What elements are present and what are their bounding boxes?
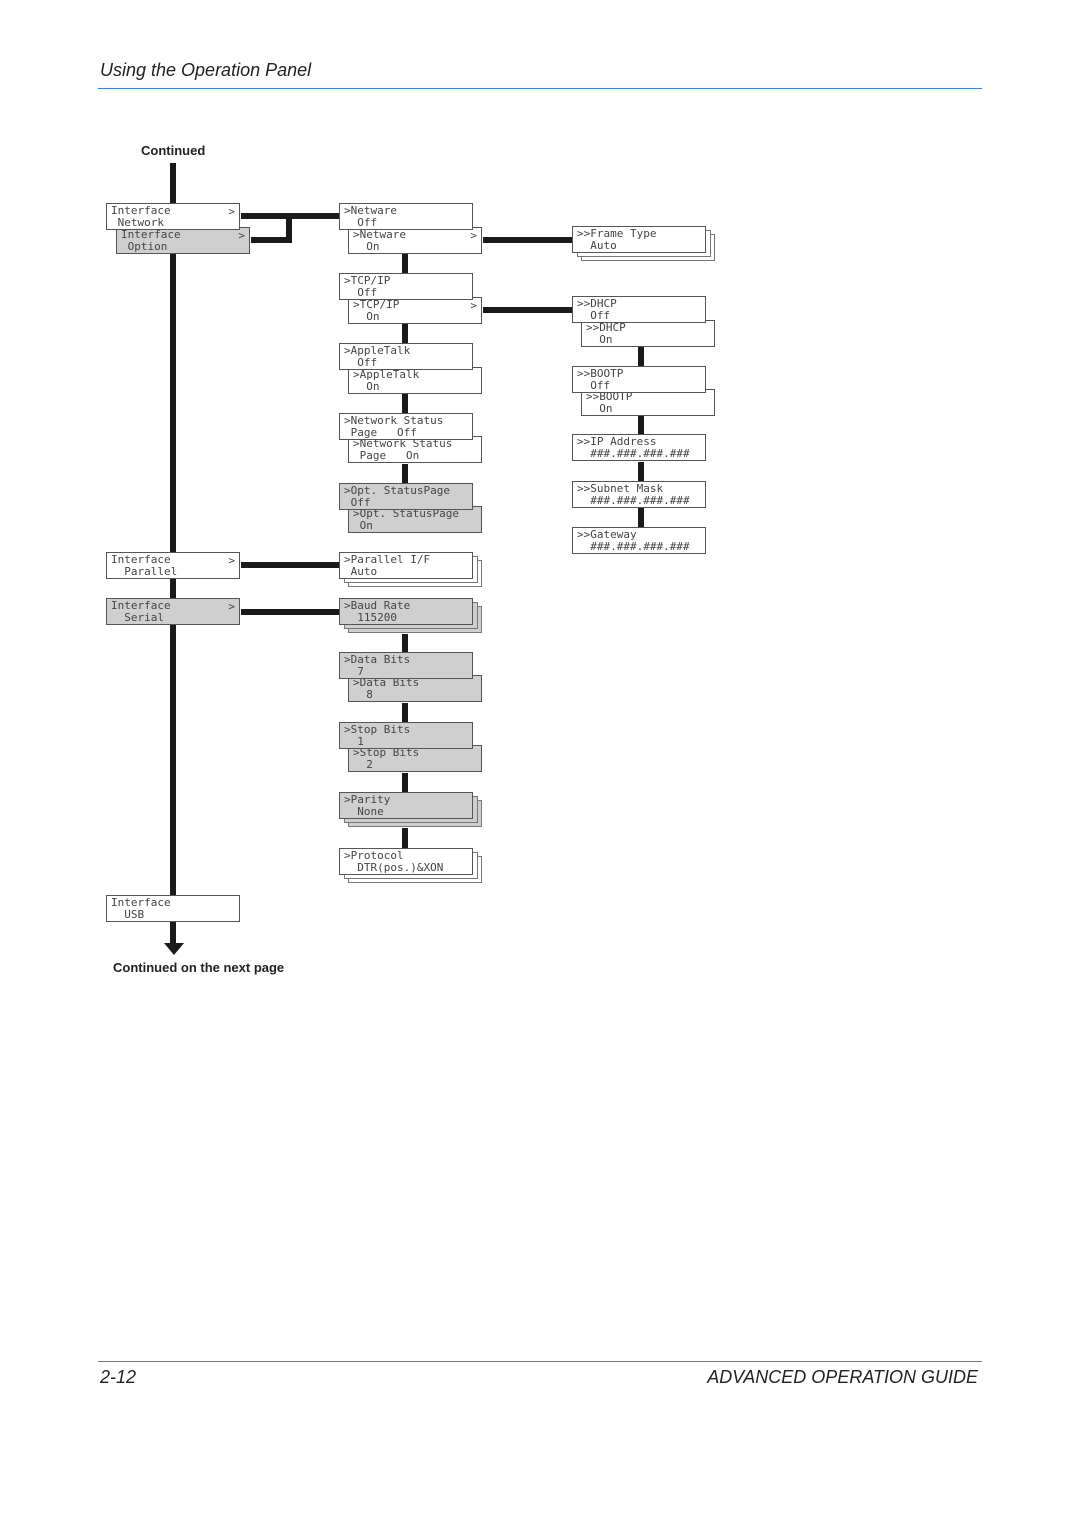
menu-box: >Baud Rate 115200 — [339, 598, 473, 625]
connector-line — [638, 416, 644, 434]
menu-box-value: Off — [344, 355, 378, 369]
manual-page: Using the Operation Panel Continued Cont… — [0, 0, 1080, 1528]
menu-box: >AppleTalk On — [348, 367, 482, 394]
menu-box-value: Parallel — [111, 564, 178, 578]
menu-box-value: Network — [111, 215, 164, 229]
menu-box-value: On — [353, 239, 380, 253]
menu-box: >AppleTalk Off — [339, 343, 473, 370]
menu-box: >TCP/IP Off — [339, 273, 473, 300]
menu-box: Interface Serial > — [106, 598, 240, 625]
menu-box-value: Off — [577, 308, 611, 322]
menu-box-value: Serial — [111, 610, 164, 624]
menu-box-value: Page Off — [344, 425, 417, 439]
menu-box-value: Page On — [353, 448, 420, 462]
menu-box-value: 7 — [344, 664, 364, 678]
menu-box-value: Off — [577, 378, 611, 392]
connector-line — [483, 237, 572, 243]
menu-box: Interface USB — [106, 895, 240, 922]
continued-next-label: Continued on the next page — [113, 960, 285, 975]
connector-line — [402, 324, 408, 343]
menu-box: >>DHCP On — [581, 320, 715, 347]
submenu-arrow-icon: > — [228, 600, 235, 613]
menu-box: >>Frame Type Auto — [572, 226, 706, 253]
menu-box: >Stop Bits 2 — [348, 745, 482, 772]
menu-box: >Network Status Page Off — [339, 413, 473, 440]
menu-box: >>BOOTP On — [581, 389, 715, 416]
menu-box: Interface Parallel > — [106, 552, 240, 579]
connector-line — [402, 464, 408, 483]
menu-box-value: Off — [344, 495, 371, 509]
submenu-arrow-icon: > — [228, 554, 235, 567]
connector-line — [638, 347, 644, 366]
menu-box-value: On — [586, 332, 613, 346]
menu-box: >Network Status Page On — [348, 436, 482, 463]
menu-box-value: 115200 — [344, 610, 397, 624]
connector-line — [638, 508, 644, 527]
menu-box: >>IP Address ###.###.###.### — [572, 434, 706, 461]
menu-box-value: On — [353, 379, 380, 393]
menu-box-value: DTR(pos.)&XON — [344, 860, 444, 874]
guide-title: ADVANCED OPERATION GUIDE — [707, 1367, 978, 1387]
menu-box-value: ###.###.###.### — [577, 539, 690, 553]
menu-box-value: USB — [111, 907, 145, 921]
connector-line — [241, 562, 339, 568]
menu-box-value: ###.###.###.### — [577, 493, 690, 507]
menu-box-value: On — [353, 518, 373, 532]
menu-box: >>Subnet Mask ###.###.###.### — [572, 481, 706, 508]
menu-box-value: On — [353, 309, 380, 323]
menu-box: >>Gateway ###.###.###.### — [572, 527, 706, 554]
header-rule — [98, 88, 982, 89]
menu-box-value: Auto — [344, 564, 378, 578]
menu-box: >Data Bits 7 — [339, 652, 473, 679]
submenu-arrow-icon: > — [470, 229, 477, 242]
connector-line — [402, 634, 408, 652]
menu-box-value: Off — [344, 285, 378, 299]
menu-box: >Parity None — [339, 792, 473, 819]
menu-box: >Data Bits 8 — [348, 675, 482, 702]
menu-box: >>DHCP Off — [572, 296, 706, 323]
footer-rule — [98, 1361, 982, 1362]
submenu-arrow-icon: > — [228, 205, 235, 218]
menu-box: >Stop Bits 1 — [339, 722, 473, 749]
menu-box: >Parallel I/F Auto — [339, 552, 473, 579]
page-header-title: Using the Operation Panel — [100, 60, 312, 80]
menu-box-value: Off — [344, 215, 378, 229]
menu-box: >Opt. StatusPage Off — [339, 483, 473, 510]
down-arrow-icon — [164, 943, 184, 955]
menu-box-value: None — [344, 804, 384, 818]
menu-box-value: 8 — [353, 687, 373, 701]
connector-line — [638, 462, 644, 481]
submenu-arrow-icon: > — [470, 299, 477, 312]
menu-box-value: Auto — [577, 238, 617, 252]
connector-line — [483, 307, 572, 313]
menu-box-value: On — [586, 401, 613, 415]
menu-box: Interface Network > — [106, 203, 240, 230]
menu-box: >Netware Off — [339, 203, 473, 230]
menu-box-value: Option — [121, 239, 168, 253]
connector-line — [402, 254, 408, 273]
connector-line — [286, 213, 292, 243]
submenu-arrow-icon: > — [238, 229, 245, 242]
connector-line — [402, 703, 408, 722]
connector-line — [402, 828, 408, 848]
menu-box-value: ###.###.###.### — [577, 446, 690, 460]
menu-box: >Netware On > — [348, 227, 482, 254]
menu-box: >TCP/IP On > — [348, 297, 482, 324]
page-number: 2-12 — [100, 1367, 137, 1387]
menu-box: Interface Option > — [116, 227, 250, 254]
menu-box: >Opt. StatusPage On — [348, 506, 482, 533]
menu-box-value: 2 — [353, 757, 373, 771]
menu-box: >>BOOTP Off — [572, 366, 706, 393]
connector-line — [402, 773, 408, 792]
connector-line — [241, 609, 339, 615]
continued-label: Continued — [141, 143, 206, 158]
connector-line — [402, 394, 408, 413]
menu-box-value: 1 — [344, 734, 364, 748]
menu-box: >Protocol DTR(pos.)&XON — [339, 848, 473, 875]
